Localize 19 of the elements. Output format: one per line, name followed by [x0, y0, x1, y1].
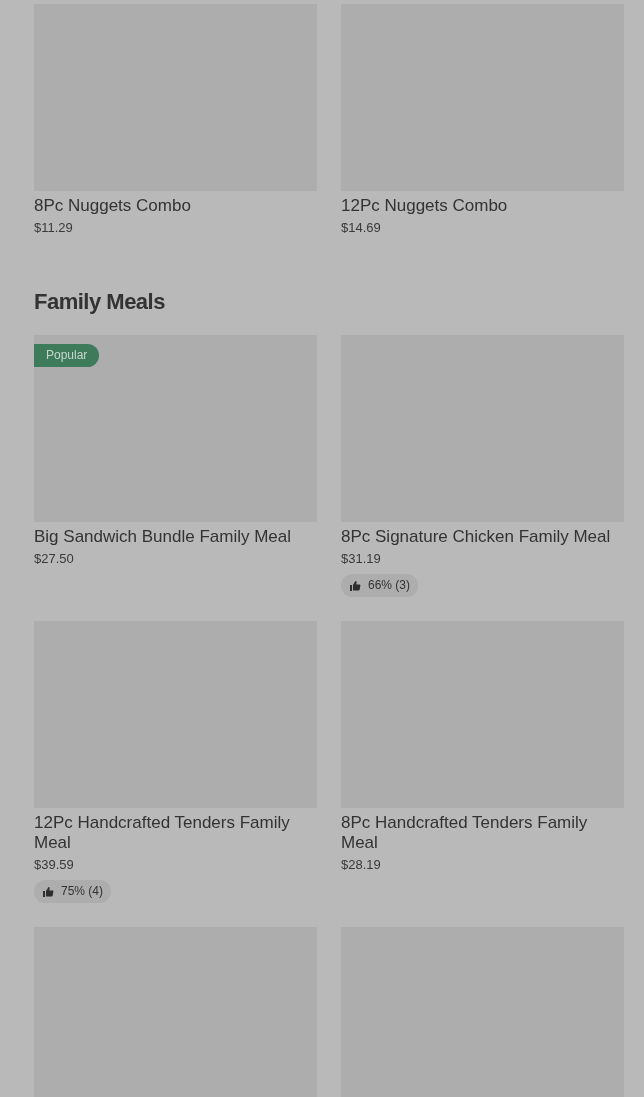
- item-price: $31.19: [341, 550, 382, 568]
- rating-text: 66% (3): [368, 577, 411, 594]
- item-name[interactable]: 8Pc Nuggets Combo: [34, 196, 317, 216]
- item-price: $39.59: [34, 856, 75, 874]
- section-heading: Family Meals: [34, 288, 166, 316]
- item-price: $11.29: [34, 219, 74, 237]
- item-name[interactable]: 12Pc Nuggets Combo: [341, 196, 624, 216]
- item-name[interactable]: 12Pc Handcrafted Tenders Family Meal: [34, 813, 317, 853]
- item-name[interactable]: Big Sandwich Bundle Family Meal: [34, 527, 317, 547]
- image-placeholder[interactable]: [34, 335, 317, 522]
- item-price: $14.69: [341, 219, 382, 237]
- thumbs-up-icon: [42, 885, 54, 898]
- item-name[interactable]: 8Pc Handcrafted Tenders Family Meal: [341, 813, 624, 853]
- item-price: $28.19: [341, 856, 382, 874]
- thumbs-up-icon: [349, 579, 361, 592]
- popular-badge: Popular: [34, 344, 100, 367]
- rating-text: 75% (4): [61, 883, 104, 900]
- item-price: $27.50: [34, 550, 75, 568]
- item-name[interactable]: 8Pc Signature Chicken Family Meal: [341, 527, 624, 547]
